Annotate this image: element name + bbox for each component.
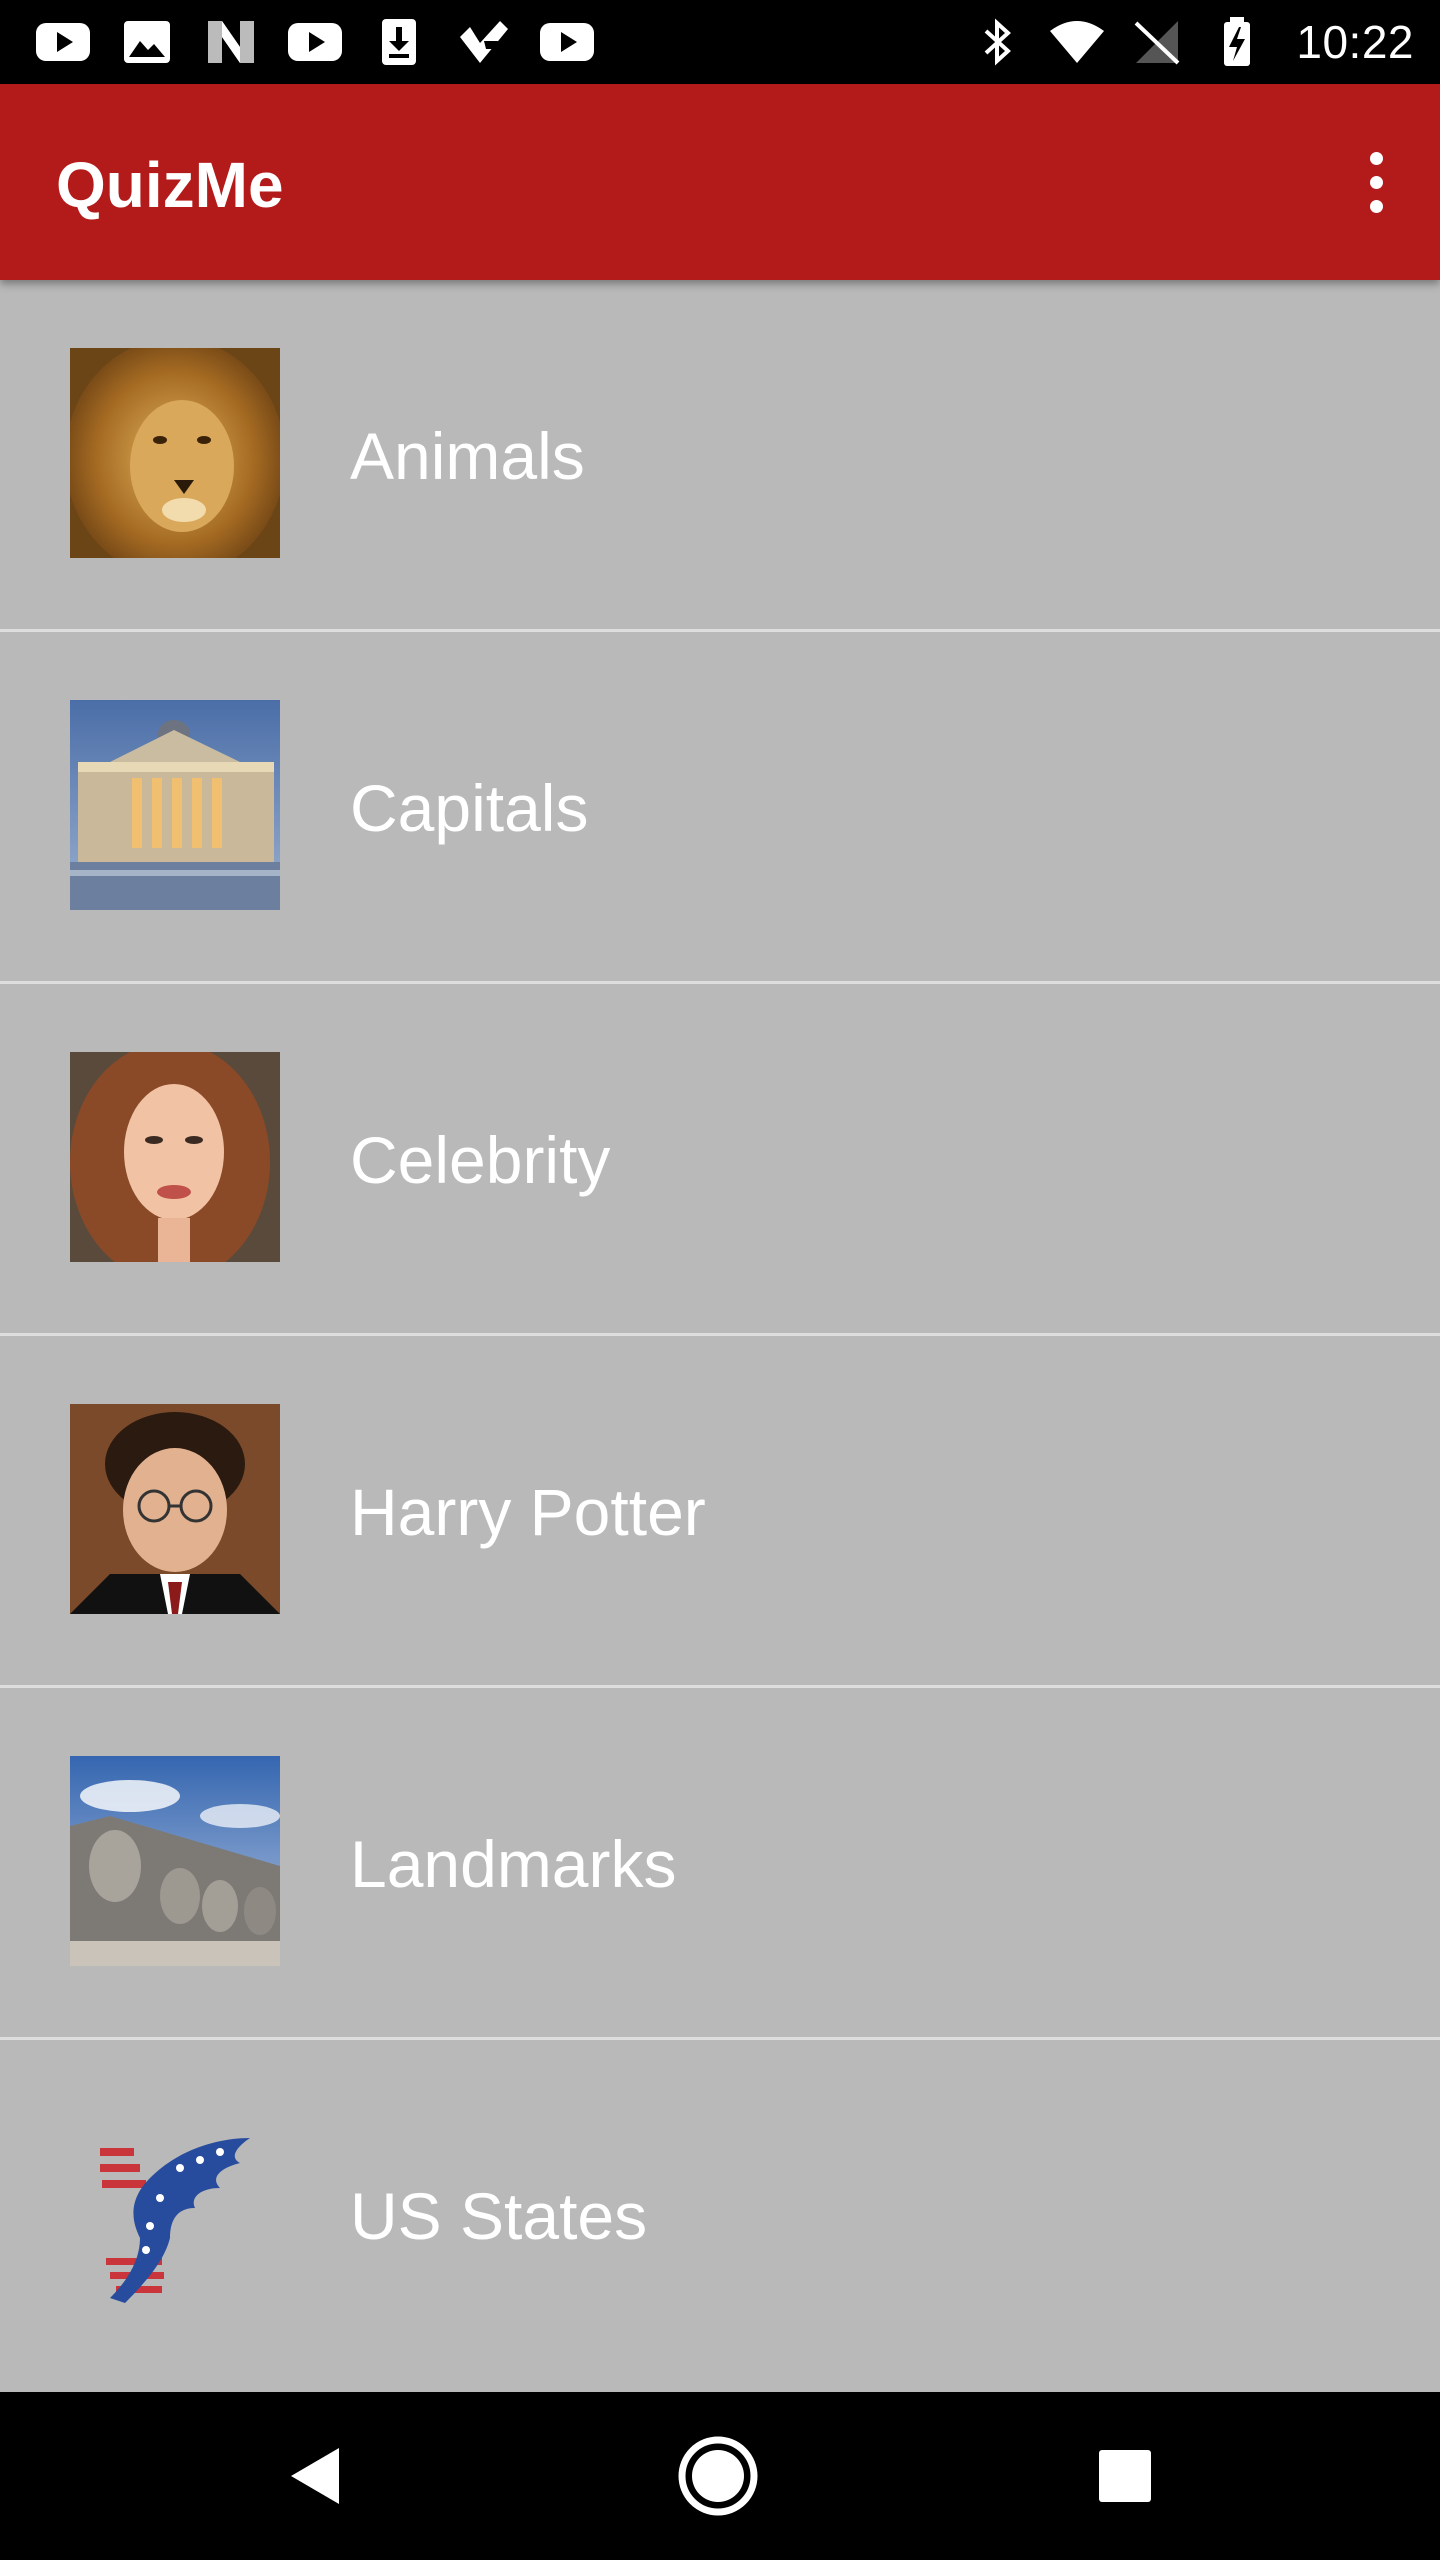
item-label: Capitals [350,771,589,845]
system-icons: 10:22 [968,14,1414,70]
list-item-celebrity[interactable]: Celebrity [0,984,1440,1336]
checkmark-app-icon [454,17,512,67]
more-vert-icon[interactable] [1346,142,1406,222]
list-item-harry-potter[interactable]: Harry Potter [0,1336,1440,1688]
n-app-icon [202,17,260,67]
image-icon [118,17,176,67]
youtube-icon [538,17,596,67]
item-label: Landmarks [350,1827,677,1901]
navigation-bar [0,2392,1440,2560]
eagle-flag-logo [70,2108,280,2318]
youtube-icon [286,17,344,67]
list-item-us-states[interactable]: US States [0,2040,1440,2392]
recents-icon[interactable] [1075,2426,1175,2526]
status-bar: 10:22 [0,0,1440,84]
item-label: Animals [350,419,585,493]
list-item-capitals[interactable]: Capitals [0,632,1440,984]
mount-rushmore-photo [70,1756,280,1966]
download-icon [370,17,428,67]
list-item-animals[interactable]: Animals [0,280,1440,632]
list-item-landmarks[interactable]: Landmarks [0,1688,1440,2040]
no-signal-icon [1128,17,1186,67]
youtube-icon [34,17,92,67]
lion-photo [70,348,280,558]
app-title: QuizMe [56,149,284,221]
bluetooth-icon [968,17,1026,67]
item-label: Celebrity [350,1123,611,1197]
building-photo [70,700,280,910]
boy-with-glasses-photo [70,1404,280,1614]
notification-icons [34,14,596,70]
wifi-icon [1048,17,1106,67]
woman-portrait-photo [70,1052,280,1262]
item-label: US States [350,2179,648,2253]
status-clock: 10:22 [1296,16,1414,68]
item-label: Harry Potter [350,1475,706,1549]
back-icon[interactable] [265,2426,365,2526]
battery-icon [1208,17,1266,67]
home-icon[interactable] [668,2426,768,2526]
quiz-category-list: Animals Capitals Celebrity Harry Potter … [0,280,1440,2392]
app-bar: QuizMe [0,84,1440,280]
